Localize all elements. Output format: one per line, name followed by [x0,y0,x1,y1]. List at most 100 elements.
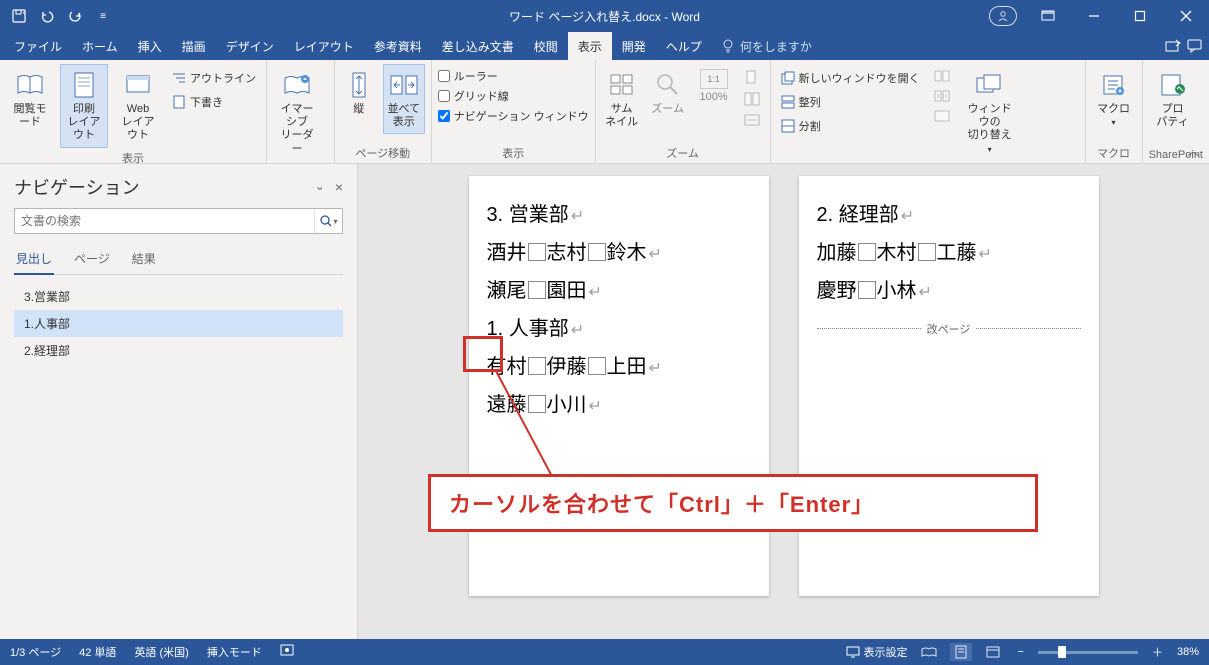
minimize-button[interactable] [1071,0,1117,32]
zoom-100-button[interactable]: 1:1100% [694,64,734,109]
web-layout-view-icon[interactable] [982,643,1004,661]
ribbon-group-sharepoint: プロ パティ SharePoint [1143,60,1209,163]
customize-qat-icon[interactable]: ≡ [90,3,116,29]
zoom-level[interactable]: 38% [1177,646,1199,658]
split-button[interactable]: 分割 [777,116,924,136]
new-window-button[interactable]: 新しいウィンドウを開く [777,68,924,88]
status-page[interactable]: 1/3 ページ [10,644,61,660]
tab-developer[interactable]: 開発 [612,32,656,60]
user-account-icon[interactable] [989,6,1017,26]
macros-button[interactable]: マクロ▾ [1092,64,1136,133]
print-layout-button[interactable]: 印刷 レイアウト [60,64,108,148]
lightbulb-icon [722,39,734,53]
nav-heading-item[interactable]: 1.人事部 [14,310,343,337]
zoom-in-button[interactable]: ＋ [1148,644,1167,660]
side-by-side-button[interactable]: 並べて 表示 [383,64,425,134]
tab-view[interactable]: 表示 [568,32,612,60]
properties-icon [1157,69,1189,101]
nav-title: ナビゲーション [14,174,140,200]
tab-design[interactable]: デザイン [216,32,284,60]
tell-me-label: 何をしますか [740,38,812,55]
maximize-button[interactable] [1117,0,1163,32]
tell-me-search[interactable]: 何をしますか [712,38,822,55]
ribbon-tabs: ファイル ホーム 挿入 描画 デザイン レイアウト 参考資料 差し込み文書 校閲… [0,32,1209,60]
switch-icon [974,69,1006,101]
tab-draw[interactable]: 描画 [172,32,216,60]
tab-review[interactable]: 校閲 [524,32,568,60]
nav-tab-headings[interactable]: 見出し [14,246,54,275]
document-area[interactable]: 3. 営業部↵酒井志村鈴木↵瀬尾園田↵1. 人事部↵有村伊藤上田↵遠藤小川↵ 2… [358,164,1209,639]
zoom-out-button[interactable]: − [1014,646,1028,658]
macro-icon [1098,69,1130,101]
zoom-icon [652,69,684,101]
ribbon-group-pagemove: 縦 並べて 表示 ページ移動 [335,60,432,163]
nav-search[interactable]: ▾ [14,208,343,234]
switch-windows-button[interactable]: ウィンドウの 切り替え▾ [960,64,1020,159]
tab-help[interactable]: ヘルプ [656,32,712,60]
status-word-count[interactable]: 42 単語 [79,644,116,660]
ribbon-group-views: 閲覧モード 印刷 レイアウト Web レイアウト アウトライン 下書き 表示 [0,60,267,163]
annotation-callout: カーソルを合わせて「Ctrl」＋「Enter」 [428,474,1038,532]
view-side-button[interactable] [930,68,954,84]
save-icon[interactable] [6,3,32,29]
tab-references[interactable]: 参考資料 [364,32,432,60]
gridlines-checkbox[interactable]: グリッド線 [438,88,589,104]
ribbon-group-macros: マクロ▾ マクロ [1086,60,1143,163]
status-insert-mode[interactable]: 挿入モード [207,644,262,660]
read-mode-view-icon[interactable] [918,643,940,661]
search-input[interactable] [15,209,314,233]
status-macro-icon[interactable] [280,644,294,660]
zoom-button[interactable]: ズーム [648,64,688,121]
tab-insert[interactable]: 挿入 [128,32,172,60]
nav-tab-pages[interactable]: ページ [72,246,112,274]
search-icon[interactable]: ▾ [314,209,342,233]
draft-view-button[interactable]: 下書き [168,92,260,112]
print-layout-view-icon[interactable] [950,643,972,661]
annotation-cursor-marker [463,336,503,372]
ribbon-display-options-icon[interactable] [1025,0,1071,32]
status-language[interactable]: 英語 (米国) [134,644,188,660]
vertical-pages-button[interactable]: 縦 [341,64,377,121]
tab-file[interactable]: ファイル [4,32,72,60]
navpane-checkbox[interactable]: ナビゲーション ウィンドウ [438,108,589,124]
nav-options-icon[interactable]: ⌄ [315,179,325,195]
ribbon-group-show: ルーラー グリッド線 ナビゲーション ウィンドウ 表示 [432,60,596,163]
outline-view-button[interactable]: アウトライン [168,68,260,88]
page-right[interactable]: 2. 経理部↵加藤木村工藤↵慶野小林↵改ページ [799,176,1099,596]
tab-mailings[interactable]: 差し込み文書 [432,32,524,60]
comments-icon[interactable] [1187,39,1203,53]
ribbon-group-zoom: サム ネイル ズーム 1:1100% ズーム [596,60,771,163]
reset-window-button[interactable] [930,108,954,124]
zoom-slider[interactable] [1038,651,1138,654]
properties-button[interactable]: プロ パティ [1149,64,1197,134]
page-width-button[interactable] [740,112,764,128]
ribbon-group-immersive: イマーシブ リーダー イマーシブ [267,60,335,163]
close-button[interactable] [1163,0,1209,32]
undo-icon[interactable] [34,3,60,29]
sync-scroll-button[interactable] [930,88,954,104]
page-left[interactable]: 3. 営業部↵酒井志村鈴木↵瀬尾園田↵1. 人事部↵有村伊藤上田↵遠藤小川↵ [469,176,769,596]
nav-heading-item[interactable]: 2.経理部 [14,337,343,364]
quick-access-toolbar: ≡ [0,3,116,29]
ribbon: 閲覧モード 印刷 レイアウト Web レイアウト アウトライン 下書き 表示 イ… [0,60,1209,164]
collapse-ribbon-icon[interactable]: ︿ [1187,142,1199,159]
nav-heading-list: 3.営業部 1.人事部 2.経理部 [14,283,343,364]
vertical-icon [343,69,375,101]
redo-icon[interactable] [62,3,88,29]
book-icon [14,69,46,101]
read-mode-button[interactable]: 閲覧モード [6,64,54,134]
tab-layout[interactable]: レイアウト [284,32,364,60]
nav-heading-item[interactable]: 3.営業部 [14,283,343,310]
web-layout-button[interactable]: Web レイアウト [114,64,162,148]
immersive-reader-button[interactable]: イマーシブ リーダー [273,64,321,161]
display-settings-icon[interactable]: 表示設定 [846,644,908,660]
tab-home[interactable]: ホーム [72,32,128,60]
ruler-checkbox[interactable]: ルーラー [438,68,589,84]
share-icon[interactable] [1165,39,1181,53]
thumbnail-button[interactable]: サム ネイル [602,64,642,134]
nav-tab-results[interactable]: 結果 [130,246,158,274]
nav-close-icon[interactable]: × [335,179,343,195]
one-page-button[interactable] [740,68,764,86]
multi-page-button[interactable] [740,90,764,108]
arrange-all-button[interactable]: 整列 [777,92,924,112]
